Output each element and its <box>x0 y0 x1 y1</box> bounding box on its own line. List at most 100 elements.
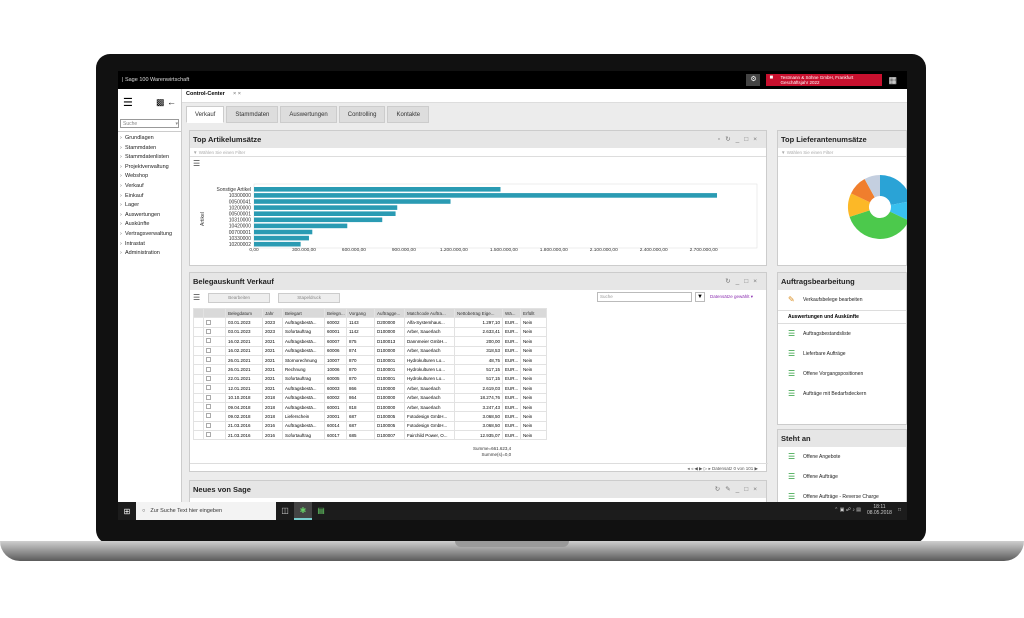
tab-kontakte[interactable]: Kontakte <box>387 106 430 123</box>
row-checkbox[interactable] <box>203 345 226 356</box>
sidebar-item[interactable]: Stammdaten <box>120 144 181 154</box>
row-selector[interactable] <box>193 401 204 413</box>
task-view-icon[interactable]: ◫ <box>276 502 294 520</box>
menu-icon[interactable]: ☰ <box>193 293 200 302</box>
row-selector[interactable] <box>193 326 204 338</box>
link-verkaufsbelege[interactable]: ✎ Verkaufsbelege bearbeiten <box>778 290 906 310</box>
row-checkbox[interactable] <box>203 420 226 432</box>
filter-field[interactable]: ▼ Wählen Sie einen Filter <box>778 148 906 157</box>
bug-icon[interactable]: ⚙ <box>746 74 761 86</box>
table-row[interactable]: 22.01.2021 2021 Sofortauftrag 60005 870 D1000… <box>193 373 547 385</box>
row-selector[interactable] <box>193 392 204 403</box>
row-selector[interactable] <box>193 336 204 347</box>
row-checkbox[interactable] <box>203 317 226 328</box>
hamburger-icon[interactable]: ☰ <box>123 96 133 109</box>
row-selector[interactable] <box>193 420 204 432</box>
column-header[interactable]: Nettobetrag Eige... <box>454 307 503 319</box>
row-selector[interactable] <box>193 373 204 385</box>
row-selector[interactable] <box>193 411 204 422</box>
table-row[interactable]: 21.03.2016 2016 Sofortauftrag 60017 685 D1000… <box>193 430 547 441</box>
sage-app-icon[interactable]: ✱ <box>294 502 312 520</box>
table-row[interactable]: 03.01.2023 2023 Sofortauftrag 60001 1142 D100… <box>193 326 547 338</box>
sidebar-item[interactable]: Verkauf <box>120 182 181 192</box>
column-header[interactable]: Belegdatum <box>225 307 263 319</box>
windows-icon[interactable]: ⊞ <box>118 507 136 516</box>
tab-stammdaten[interactable]: Stammdaten <box>226 106 279 123</box>
sidebar-item[interactable]: Lager <box>120 201 181 211</box>
batch-print-button[interactable]: Stapeldruck <box>278 292 341 303</box>
tab-control-center[interactable]: Control-Center <box>186 91 225 97</box>
report-link[interactable]: ☰ Aufträge mit Bedarfsdeckern <box>778 384 906 404</box>
table-row[interactable]: 26.01.2021 2021 Stornorechnung 10007 870 D100… <box>193 354 547 366</box>
column-header[interactable]: Auftragge... <box>374 307 405 319</box>
system-tray-icons[interactable]: ⌃ ▣ ☍ ♪ ▤ <box>834 507 861 513</box>
table-row[interactable]: 16.02.2021 2021 Auftragsbestä... 60007 875 D1… <box>193 336 547 347</box>
chart-app-icon[interactable]: ▤ <box>312 502 330 520</box>
column-header[interactable]: Jahr <box>262 307 283 319</box>
column-header[interactable]: Vorgang <box>346 307 375 319</box>
sidebar-item[interactable]: Projektverwaltung <box>120 163 181 173</box>
panel-controls[interactable]: ▫↻_□× <box>718 135 762 143</box>
row-checkbox[interactable] <box>203 430 226 441</box>
row-checkbox[interactable] <box>203 401 226 413</box>
table-row[interactable]: 09.02.2018 2018 Lieferschein 20001 687 D10000… <box>193 411 547 422</box>
sidebar-search[interactable]: Suche ▾ <box>120 119 179 128</box>
column-header[interactable] <box>203 307 226 319</box>
tab-verkauf[interactable]: Verkauf <box>186 106 225 123</box>
column-header[interactable]: Belegart <box>282 307 325 319</box>
row-checkbox[interactable] <box>203 373 226 385</box>
sidebar-item[interactable]: Auswertungen <box>120 211 181 221</box>
table-row[interactable]: 09.04.2018 2018 Auftragsbestä... 60001 818 D1… <box>193 401 547 413</box>
row-selector[interactable] <box>193 345 204 356</box>
selection-dropdown[interactable]: Datensätze gewählt ▾ <box>710 294 753 300</box>
calculator-icon[interactable]: ▦ <box>888 75 897 86</box>
table-row[interactable]: 21.03.2016 2016 Auftragsbestä... 60014 687 D1… <box>193 420 547 432</box>
close-icon[interactable]: × × <box>233 91 241 97</box>
row-selector[interactable] <box>193 354 204 366</box>
tab-controlling[interactable]: Controlling <box>338 106 386 123</box>
report-link[interactable]: ☰ Lieferbare Aufträge <box>778 344 906 364</box>
filter-icon[interactable]: ▼ <box>695 292 705 302</box>
table-row[interactable]: 10.10.2018 2018 Auftragsbestä... 60002 864 D1… <box>193 392 547 403</box>
column-header[interactable]: Matchcode Auftra... <box>404 307 455 319</box>
row-checkbox[interactable] <box>203 392 226 403</box>
report-link[interactable]: ☰ Offene Vorgangspositionen <box>778 364 906 384</box>
row-checkbox[interactable] <box>203 364 226 375</box>
row-selector[interactable] <box>193 364 204 375</box>
column-header[interactable]: Wä... <box>502 307 521 319</box>
sidebar-item[interactable]: Stammdatenlisten <box>120 153 181 163</box>
row-selector[interactable] <box>193 317 204 328</box>
search-input[interactable]: Suche <box>597 292 692 302</box>
row-selector[interactable] <box>193 430 204 441</box>
panel-controls[interactable]: ↻_□× <box>725 277 762 285</box>
dropdown-icon[interactable]: ▾ <box>175 121 178 127</box>
column-header[interactable]: Erfüllt <box>520 307 547 319</box>
report-link[interactable]: ☰ Auftragsbestandsliste <box>778 324 906 344</box>
company-badge[interactable]: Testmann & Söhne GmbH, FrankfurtGeschäft… <box>766 74 883 86</box>
sidebar-item[interactable]: Auskünfte <box>120 220 181 230</box>
sidebar-item[interactable]: Vertragsverwaltung <box>120 230 181 240</box>
panel-controls[interactable]: ↻✎_□× <box>715 485 762 493</box>
row-checkbox[interactable] <box>203 326 226 338</box>
row-selector[interactable] <box>193 383 204 394</box>
sidebar-item[interactable]: Grundlagen <box>120 134 181 144</box>
taskbar-search[interactable]: ○ Zur Suche Text hier eingeben <box>136 502 276 520</box>
filter-field[interactable]: ▼ Wählen Sie einen Filter <box>190 148 766 157</box>
row-checkbox[interactable] <box>203 411 226 422</box>
table-row[interactable]: 16.02.2021 2021 Auftragsbestä... 60006 874 D1… <box>193 345 547 356</box>
row-checkbox[interactable] <box>203 354 226 366</box>
report-link[interactable]: ☰ Offene Aufträge <box>778 467 906 487</box>
pager[interactable]: ◂ ◃ ◀ ▶ ▷ ▸ Datensatz 0 von 101 ▶ <box>190 463 768 472</box>
table-row[interactable]: 03.01.2023 2023 Auftragsbestä... 60002 1143 D… <box>193 317 547 328</box>
table-row[interactable]: 12.01.2021 2021 Auftragsbestä... 60003 866 D1… <box>193 383 547 394</box>
tab-auswertungen[interactable]: Auswertungen <box>280 106 337 123</box>
notification-icon[interactable]: □ <box>898 507 901 513</box>
sidebar-item[interactable]: Webshop <box>120 172 181 182</box>
edit-button[interactable]: Bearbeiten <box>208 292 271 303</box>
table-row[interactable]: 26.01.2021 2021 Rechnung 10006 870 D100001 Hyd… <box>193 364 547 375</box>
sidebar-item[interactable]: Administration <box>120 249 181 259</box>
sidebar-item[interactable]: Einkauf <box>120 192 181 202</box>
clock[interactable]: 18:11 08.05.2018 <box>867 504 892 516</box>
hierarchy-icon[interactable]: ▩ ← <box>156 97 176 108</box>
column-header[interactable]: Belegn... <box>324 307 347 319</box>
